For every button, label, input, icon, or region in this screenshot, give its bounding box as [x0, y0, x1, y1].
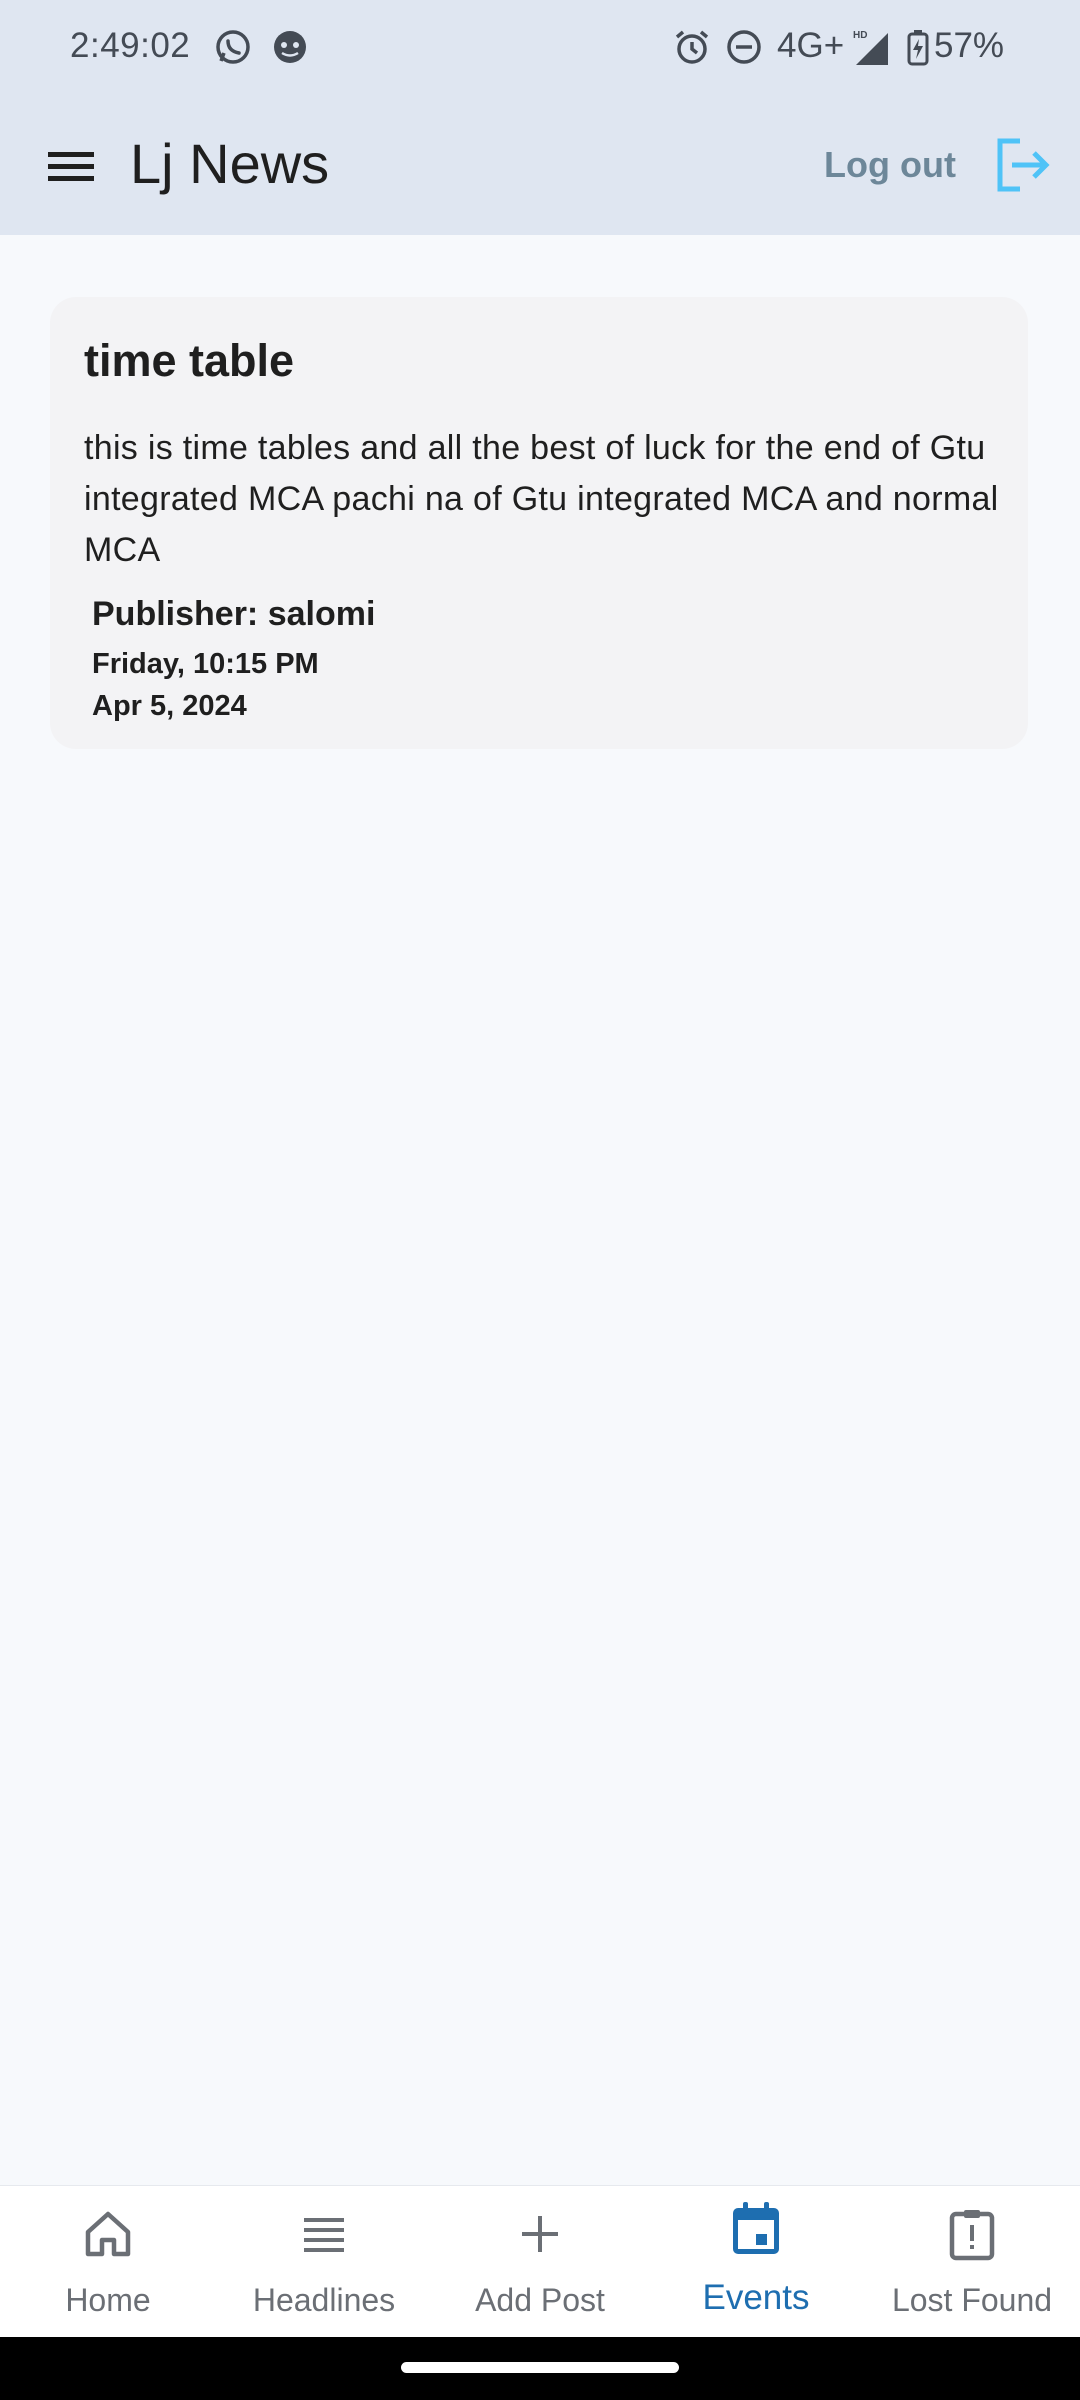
- nav-label-events: Events: [702, 2278, 810, 2317]
- events-list: time table this is time tables and all t…: [0, 235, 1080, 2185]
- nav-item-lost-found[interactable]: Lost Found: [864, 2186, 1080, 2338]
- logout-icon: [997, 138, 1050, 192]
- battery-level: 57%: [934, 26, 1005, 65]
- whatsapp-icon: [216, 30, 250, 64]
- status-time: 2:49:02: [70, 26, 191, 65]
- nav-item-add-post[interactable]: Add Post: [432, 2186, 648, 2338]
- list-icon: [304, 2218, 344, 2252]
- hd-signal-icon: HD: [853, 30, 888, 65]
- nav-label-lost-found: Lost Found: [891, 2282, 1053, 2318]
- post-card[interactable]: time table this is time tables and all t…: [50, 297, 1028, 749]
- nav-item-home[interactable]: Home: [0, 2186, 216, 2338]
- nav-item-headlines[interactable]: Headlines: [216, 2186, 432, 2338]
- bottom-navigation: Home Headlines Add Post Events Lost Foun…: [0, 2185, 1080, 2338]
- home-indicator[interactable]: [401, 2362, 679, 2373]
- post-body: this is time tables and all the best of …: [84, 429, 999, 569]
- network-type: 4G+: [777, 26, 845, 65]
- post-title: time table: [84, 335, 295, 386]
- post-datetime: Friday, 10:15 PM: [92, 648, 319, 680]
- nav-label-add-post: Add Post: [475, 2282, 605, 2318]
- logout-button[interactable]: Log out: [824, 125, 1052, 205]
- calendar-icon: [733, 2202, 779, 2254]
- status-bar: 2:49:02 4G+ HD 57%: [0, 0, 1080, 95]
- menu-icon[interactable]: [40, 135, 102, 197]
- app-bar: Lj News Log out: [0, 95, 1080, 235]
- nav-label-headlines: Headlines: [252, 2282, 396, 2318]
- do-not-disturb-icon: [727, 30, 761, 64]
- app-notification-icon: [274, 31, 306, 63]
- svg-text:HD: HD: [853, 30, 867, 41]
- logout-label: Log out: [824, 144, 956, 185]
- post-date: Apr 5, 2024: [92, 690, 247, 722]
- plus-icon: [522, 2216, 558, 2252]
- home-icon: [85, 2211, 131, 2257]
- report-icon: [949, 2210, 995, 2261]
- nav-label-home: Home: [65, 2282, 151, 2318]
- alarm-icon: [675, 30, 709, 64]
- post-publisher: Publisher: salomi: [92, 595, 376, 633]
- nav-item-events[interactable]: Events: [648, 2186, 864, 2338]
- system-navigation-bar: [0, 2337, 1080, 2400]
- app-title: Lj News: [130, 132, 330, 195]
- battery-charging-icon: [907, 30, 929, 66]
